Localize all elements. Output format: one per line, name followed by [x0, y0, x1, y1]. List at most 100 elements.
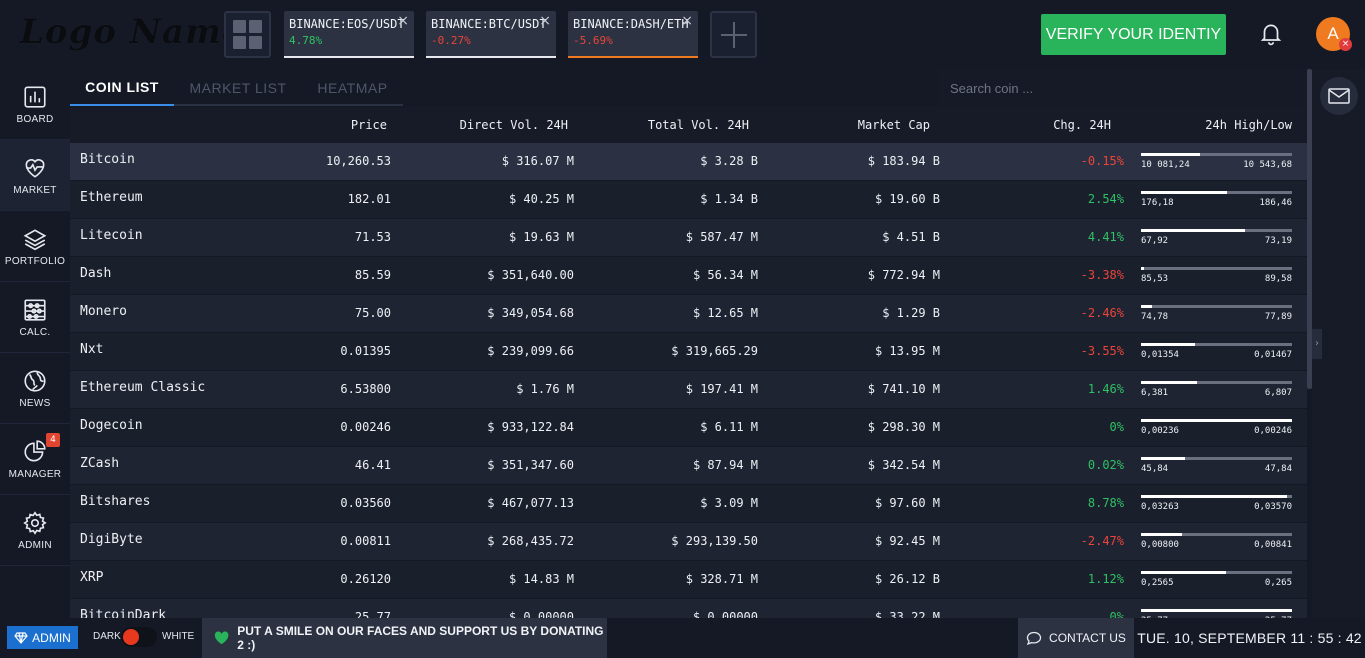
nav-item-calc[interactable]: CALC. [0, 282, 70, 353]
tab-market-list[interactable]: MARKET LIST [174, 69, 302, 106]
coin-total-volume: $ 12.65 M [692, 306, 758, 320]
ticker-dash-eth[interactable]: BINANCE:DASH/ETH -5.69% × [568, 11, 698, 58]
coin-name[interactable]: Ethereum [80, 181, 280, 218]
coin-direct-volume: $ 0.00000 [508, 610, 574, 618]
range-low: 6,381 [1141, 388, 1169, 398]
range-fill [1141, 191, 1228, 194]
range-fill [1141, 267, 1145, 270]
table-row[interactable]: Ethereum Classic 6.53800 $ 1.76 M $ 197.41 … [70, 371, 1307, 409]
close-icon[interactable]: × [397, 13, 409, 29]
high-low-range: 6,381 6,807 [1141, 371, 1292, 408]
theme-toggle[interactable] [121, 627, 157, 647]
coin-total-volume: $ 319,665.29 [671, 344, 758, 358]
table-row[interactable]: Dogecoin 0.00246 $ 933,122.84 $ 6.11 M $ 298… [70, 409, 1307, 447]
column-header-market-cap[interactable]: Market Cap [770, 107, 930, 143]
table-row[interactable]: Ethereum 182.01 $ 40.25 M $ 1.34 B $ 19.60 B… [70, 181, 1307, 219]
column-header-direct-volume[interactable]: Direct Vol. 24H [410, 107, 568, 143]
donate-banner[interactable]: PUT A SMILE ON OUR FACES AND SUPPORT US … [202, 618, 607, 658]
range-track [1141, 571, 1292, 574]
logo[interactable]: Logo Name [20, 12, 245, 52]
high-low-range: 0,01354 0,01467 [1141, 333, 1292, 370]
range-low: 176,18 [1141, 198, 1174, 208]
range-high: 89,58 [1264, 274, 1292, 284]
coin-price: 0.00811 [340, 534, 391, 548]
ticker-btc-usdt[interactable]: BINANCE:BTC/USDT -0.27% × [426, 11, 556, 58]
table-row[interactable]: DigiByte 0.00811 $ 268,435.72 $ 293,139.50 $… [70, 523, 1307, 561]
coin-market-cap: $ 342.54 M [867, 458, 940, 472]
nav-label: NEWS [19, 397, 51, 409]
range-high: 186,46 [1259, 198, 1292, 208]
column-header-total-volume[interactable]: Total Vol. 24H [590, 107, 749, 143]
range-low: 45,84 [1141, 464, 1169, 474]
table-row[interactable]: BitcoinDark 25.77 $ 0.00000 $ 0.00000 $ 33.2… [70, 599, 1307, 618]
table-row[interactable]: ZCash 46.41 $ 351,347.60 $ 87.94 M $ 342.54 … [70, 447, 1307, 485]
range-high: 10 543,68 [1243, 160, 1292, 170]
mail-icon [1328, 88, 1350, 104]
coin-name[interactable]: Ethereum Classic [80, 371, 280, 408]
coin-change-24h: -3.38% [1080, 268, 1124, 282]
add-ticker-button[interactable] [710, 11, 757, 58]
layout-grid-button[interactable] [224, 11, 271, 58]
coin-price: 75.00 [354, 306, 391, 320]
table-row[interactable]: XRP 0.26120 $ 14.83 M $ 328.71 M $ 26.12 B 1.… [70, 561, 1307, 599]
coin-market-cap: $ 33.22 M [874, 610, 940, 618]
coin-name[interactable]: Monero [80, 295, 280, 332]
ticker-change: 4.78% [289, 34, 323, 47]
coin-direct-volume: $ 239,099.66 [487, 344, 574, 358]
table-row[interactable]: Dash 85.59 $ 351,640.00 $ 56.34 M $ 772.94 M… [70, 257, 1307, 295]
column-header-high-low[interactable]: 24h High/Low [1130, 107, 1292, 143]
tab-coin-list[interactable]: COIN LIST [70, 69, 174, 106]
ticker-eos-usdt[interactable]: BINANCE:EOS/USDT 4.78% × [284, 11, 414, 58]
chevron-right-icon[interactable]: › [1312, 329, 1322, 359]
layers-icon [23, 228, 47, 250]
nav-item-news[interactable]: NEWS [0, 353, 70, 424]
nav-label: PORTFOLIO [4, 255, 66, 267]
nav-item-market[interactable]: MARKET [0, 140, 70, 211]
bell-icon[interactable] [1258, 20, 1284, 46]
range-fill [1141, 229, 1246, 232]
tab-heatmap[interactable]: HEATMAP [302, 69, 403, 106]
search-input[interactable] [938, 69, 1307, 107]
coin-name[interactable]: BitcoinDark [80, 599, 280, 618]
nav-item-manager[interactable]: MANAGER 4 [0, 424, 70, 495]
coin-change-24h: -3.55% [1080, 344, 1124, 358]
table-row[interactable]: Bitshares 0.03560 $ 467,077.13 $ 3.09 M $ 97… [70, 485, 1307, 523]
column-header-change[interactable]: Chg. 24H [970, 107, 1111, 143]
range-high: 6,807 [1264, 388, 1292, 398]
range-low: 74,78 [1141, 312, 1169, 322]
high-low-range: 0,00800 0,00841 [1141, 523, 1292, 560]
contact-us-button[interactable]: CONTACT US [1018, 618, 1134, 658]
coin-name[interactable]: Bitcoin [80, 143, 280, 180]
high-low-range: 0,03263 0,03570 [1141, 485, 1292, 522]
verify-identity-button[interactable]: VERIFY YOUR IDENTIY [1041, 14, 1226, 55]
coin-name[interactable]: Nxt [80, 333, 280, 370]
close-icon[interactable]: × [681, 13, 693, 29]
coin-name[interactable]: XRP [80, 561, 280, 598]
coin-change-24h: 0% [1109, 610, 1124, 618]
table-row[interactable]: Bitcoin 10,260.53 $ 316.07 M $ 3.28 B $ 183.… [70, 143, 1307, 181]
column-header-price[interactable]: Price [290, 107, 387, 143]
table-row[interactable]: Litecoin 71.53 $ 19.63 M $ 587.47 M $ 4.51 B… [70, 219, 1307, 257]
range-low: 85,53 [1141, 274, 1169, 284]
coin-name[interactable]: Bitshares [80, 485, 280, 522]
close-icon[interactable]: × [539, 13, 551, 29]
coin-name[interactable]: Dogecoin [80, 409, 280, 446]
admin-button[interactable]: ADMIN [7, 626, 78, 649]
coin-name[interactable]: DigiByte [80, 523, 280, 560]
coin-name[interactable]: ZCash [80, 447, 280, 484]
nav-item-portfolio[interactable]: PORTFOLIO [0, 211, 70, 282]
range-track [1141, 229, 1292, 232]
coin-price: 10,260.53 [325, 154, 391, 168]
table-row[interactable]: Nxt 0.01395 $ 239,099.66 $ 319,665.29 $ 13.9… [70, 333, 1307, 371]
table-row[interactable]: Monero 75.00 $ 349,054.68 $ 12.65 M $ 1.29 B… [70, 295, 1307, 333]
dark-mode-label: DARK [93, 631, 121, 642]
nav-item-admin[interactable]: ADMIN [0, 495, 70, 566]
range-track [1141, 267, 1292, 270]
nav-item-board[interactable]: BOARD [0, 69, 70, 140]
coin-name[interactable]: Litecoin [80, 219, 280, 256]
coin-change-24h: -2.47% [1080, 534, 1124, 548]
messages-button[interactable] [1320, 77, 1358, 115]
coin-price: 85.59 [354, 268, 391, 282]
coin-name[interactable]: Dash [80, 257, 280, 294]
ticker-change: -0.27% [431, 34, 471, 47]
